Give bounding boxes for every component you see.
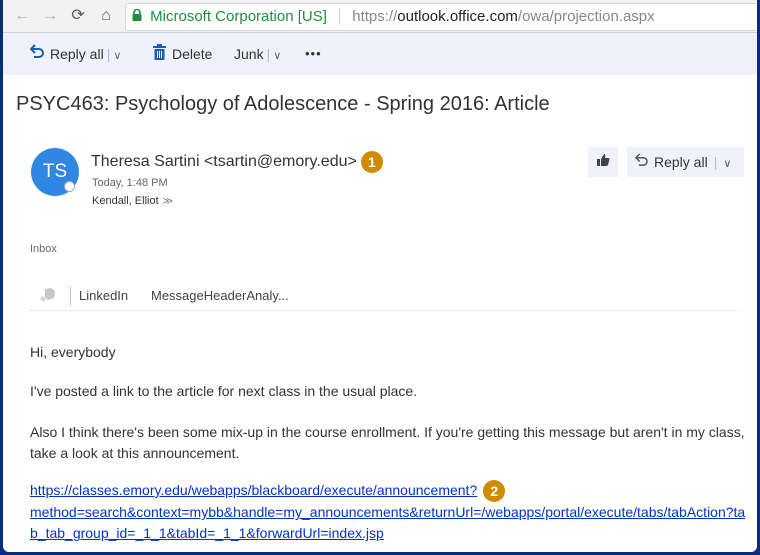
- home-button[interactable]: ⌂: [95, 5, 117, 27]
- addin-linkedin[interactable]: LinkedIn: [79, 288, 128, 303]
- thumbs-up-icon: [596, 154, 610, 169]
- addins-bar: LinkedIn MessageHeaderAnaly...: [30, 282, 740, 311]
- url-divider: [339, 9, 341, 26]
- body-greeting: Hi, everybody: [30, 344, 116, 360]
- reply-all-label: Reply all: [50, 46, 104, 62]
- divider: [70, 286, 71, 306]
- sender-info[interactable]: Theresa Sartini <tsartin@emory.edu> 1: [91, 151, 383, 173]
- delete-label: Delete: [172, 46, 213, 62]
- back-button[interactable]: ←: [11, 5, 33, 27]
- link-text[interactable]: https://classes.emory.edu/webapps/blackb…: [30, 482, 477, 498]
- browser-window: ← → ⟳ ⌂ Microsoft Corporation [US] https…: [3, 0, 757, 552]
- folder-label: Inbox: [30, 243, 57, 255]
- chevron-down-icon[interactable]: ∨: [273, 50, 281, 62]
- chevron-down-icon[interactable]: ∨: [723, 158, 731, 170]
- lock-icon: [132, 4, 142, 30]
- announcement-link-continued[interactable]: method=search&context=mybb&handle=my_ann…: [30, 504, 745, 541]
- like-button[interactable]: [588, 147, 618, 177]
- url-input[interactable]: Microsoft Corporation [US] https://outlo…: [125, 3, 757, 31]
- secure-origin-label: Microsoft Corporation [US]: [150, 8, 327, 25]
- message-toolbar: Reply all | ∨ Delete Junk | ∨ •••: [3, 33, 757, 75]
- reply-all-button[interactable]: Reply all | ∨: [29, 33, 121, 76]
- url-scheme: https://: [352, 8, 398, 25]
- recipient-line[interactable]: Kendall, Elliot ≫: [92, 195, 173, 207]
- recipient-name[interactable]: Kendall, Elliot: [92, 195, 159, 207]
- announcement-link[interactable]: https://classes.emory.edu/webapps/blackb…: [30, 482, 477, 498]
- annotation-badge-2: 2: [483, 480, 506, 503]
- junk-label: Junk: [234, 46, 264, 62]
- presence-status-icon: [64, 181, 75, 192]
- message-subject: PSYC463: Psychology of Adolescence - Spr…: [16, 93, 550, 115]
- reload-button[interactable]: ⟳: [67, 5, 89, 27]
- message-timestamp: Today, 1:48 PM: [92, 177, 168, 189]
- chevron-down-icon[interactable]: ∨: [113, 50, 121, 62]
- divider: |: [713, 154, 718, 170]
- more-actions-button[interactable]: •••: [305, 33, 322, 75]
- body-paragraph: Also I think there's been some mix-up in…: [30, 424, 745, 461]
- delete-button[interactable]: Delete: [153, 33, 212, 75]
- body-paragraph: I've posted a link to the article for ne…: [30, 383, 418, 399]
- reply-all-header-button[interactable]: Reply all | ∨: [627, 147, 744, 177]
- announcement-link-block: https://classes.emory.edu/webapps/blackb…: [30, 480, 750, 544]
- url-path: /owa/projection.aspx: [517, 8, 655, 25]
- reply-all-label: Reply all: [654, 154, 708, 170]
- sender-name[interactable]: Theresa Sartini <tsartin@emory.edu>: [91, 153, 357, 170]
- expand-recipients-icon[interactable]: ≫: [163, 196, 173, 207]
- addin-store-icon[interactable]: [40, 287, 56, 306]
- forward-button[interactable]: →: [39, 5, 61, 27]
- browser-address-bar: ← → ⟳ ⌂ Microsoft Corporation [US] https…: [3, 0, 757, 33]
- trash-icon: [153, 34, 166, 76]
- divider: |: [266, 46, 271, 62]
- reply-all-icon: [29, 34, 44, 76]
- annotation-badge-1: 1: [360, 151, 383, 173]
- reply-all-icon: [634, 148, 648, 178]
- addin-message-header-analyzer[interactable]: MessageHeaderAnaly...: [151, 288, 289, 303]
- divider: |: [106, 46, 111, 62]
- junk-button[interactable]: Junk | ∨: [234, 33, 281, 75]
- url-host: outlook.office.com: [397, 8, 518, 25]
